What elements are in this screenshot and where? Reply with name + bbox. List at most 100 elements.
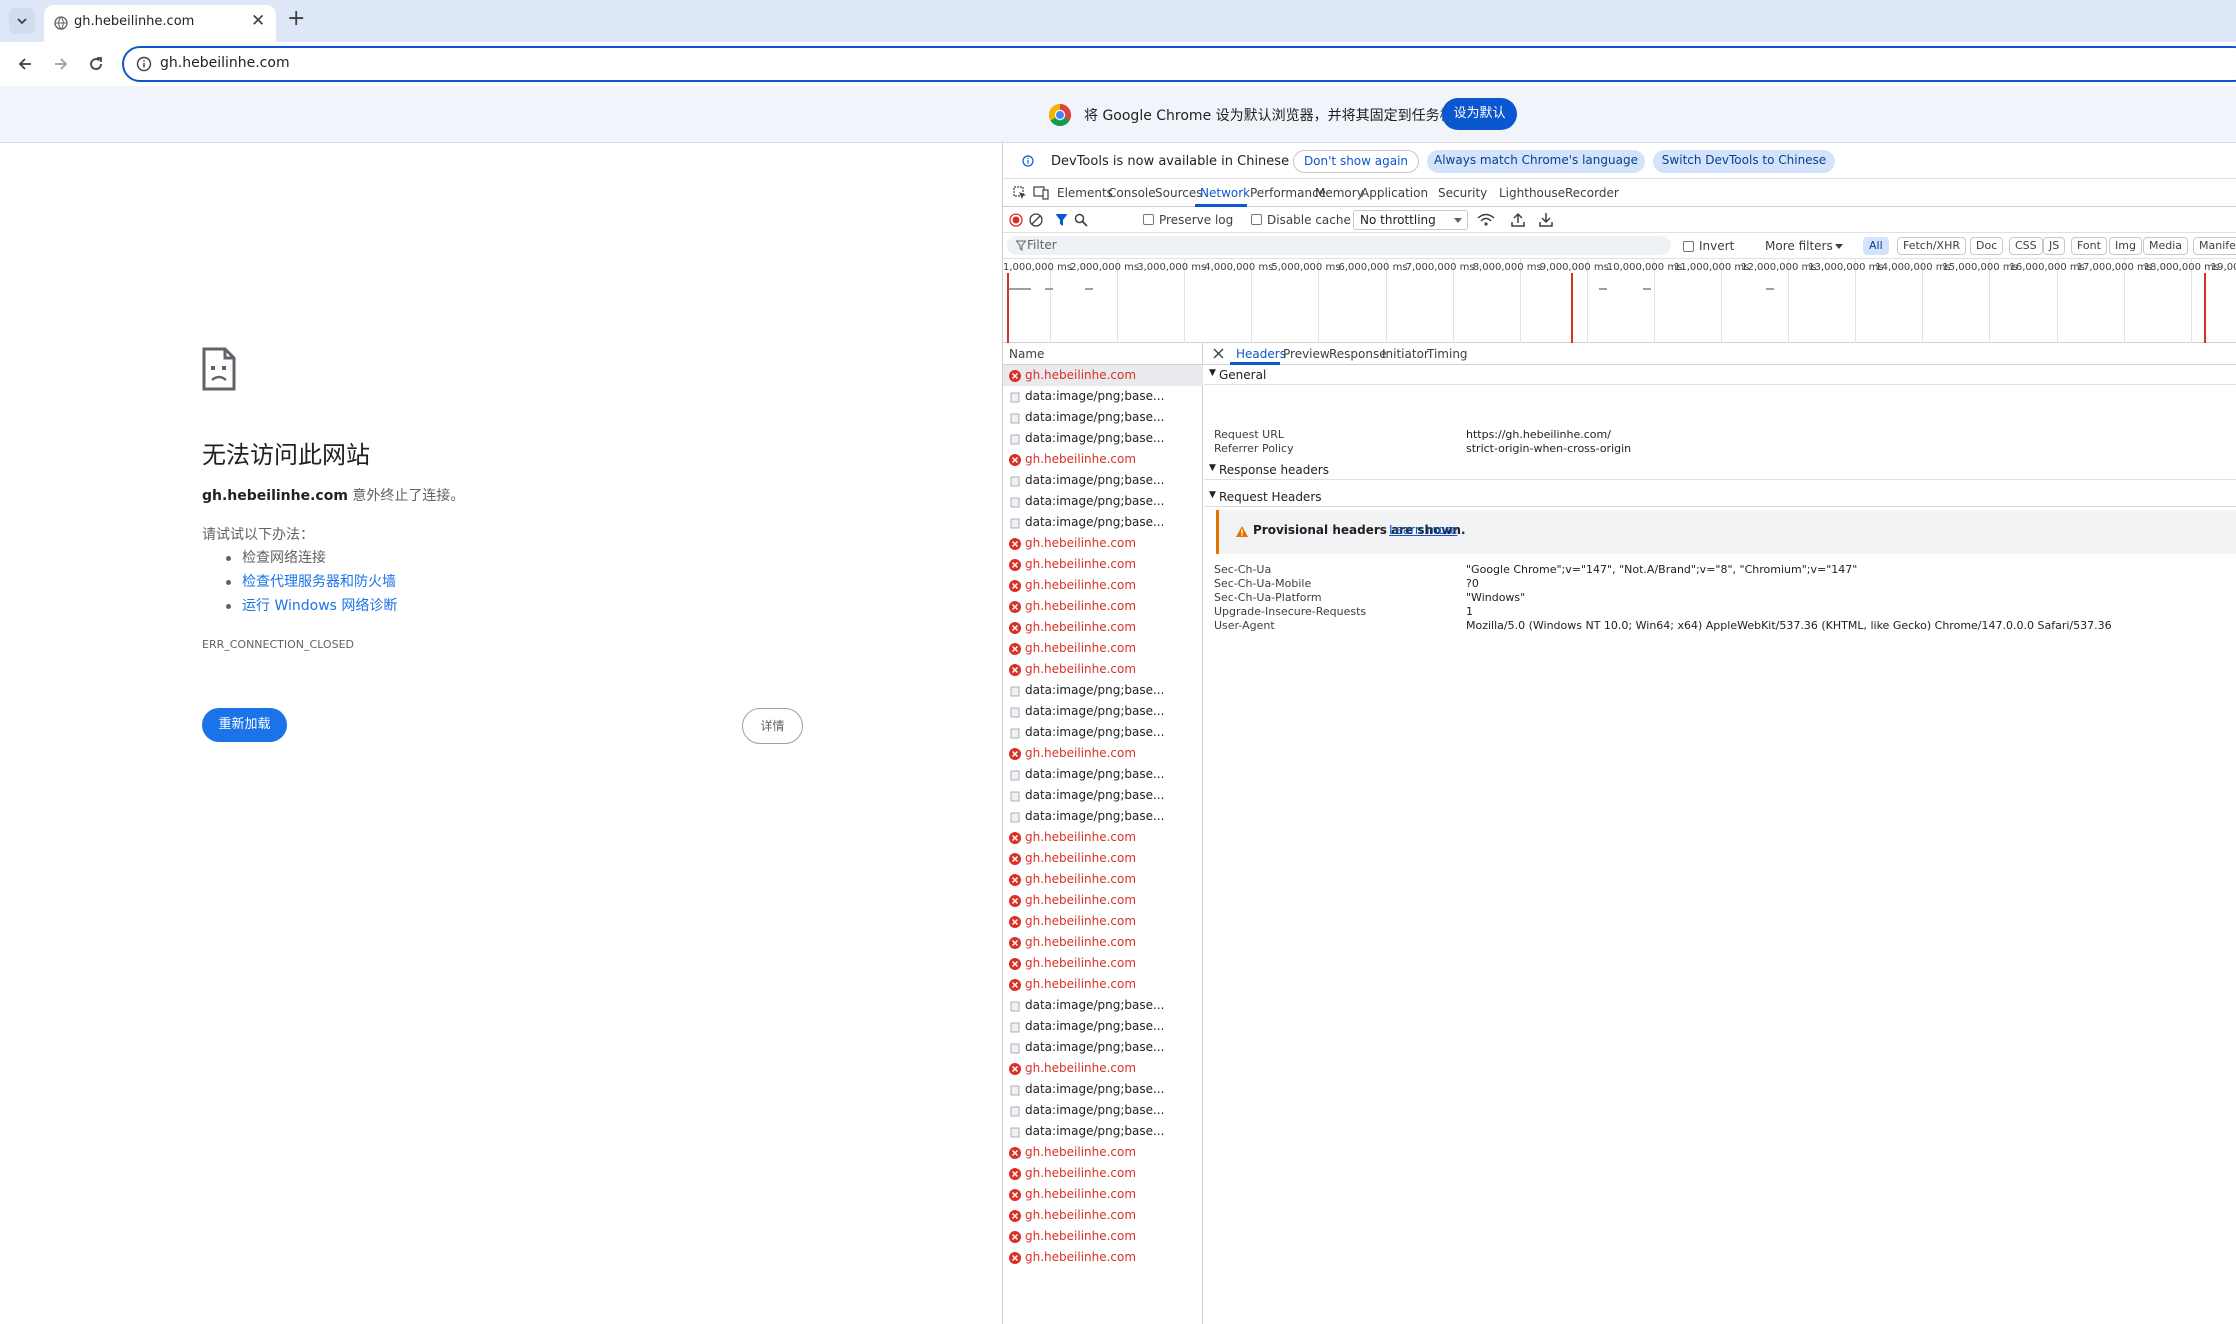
switch-to-chinese-button[interactable]: Switch DevTools to Chinese [1653, 150, 1835, 173]
type-filter-css[interactable]: CSS [2009, 237, 2043, 255]
inspect-element-icon[interactable] [1013, 186, 1027, 200]
name-column-header[interactable]: Name [1009, 347, 1044, 361]
disable-cache-checkbox[interactable] [1251, 214, 1262, 225]
detail-tab-response[interactable]: Response [1329, 347, 1387, 361]
request-row[interactable]: gh.hebeilinhe.com [1003, 533, 1203, 554]
tab-application[interactable]: Application [1361, 186, 1428, 200]
request-row[interactable]: gh.hebeilinhe.com [1003, 365, 1203, 386]
tab-close-icon[interactable]: ✕ [251, 13, 265, 30]
more-filters-button[interactable]: More filters [1765, 239, 1833, 253]
filter-icon[interactable] [1055, 213, 1068, 227]
tab-recorder[interactable]: Recorder [1565, 186, 1619, 200]
tab-elements[interactable]: Elements [1057, 186, 1113, 200]
dont-show-again-button[interactable]: Don't show again [1293, 150, 1419, 173]
response-headers-section-header[interactable]: ▼ Response headers [1204, 460, 2236, 480]
tab-lighthouse[interactable]: Lighthouse [1499, 186, 1565, 200]
request-row[interactable]: gh.hebeilinhe.com [1003, 1142, 1203, 1163]
type-filter-img[interactable]: Img [2109, 237, 2142, 255]
request-row[interactable]: gh.hebeilinhe.com [1003, 869, 1203, 890]
request-row[interactable]: data:image/png;base... [1003, 785, 1203, 806]
request-row[interactable]: gh.hebeilinhe.com [1003, 449, 1203, 470]
request-row[interactable]: gh.hebeilinhe.com [1003, 827, 1203, 848]
request-row[interactable]: gh.hebeilinhe.com [1003, 1184, 1203, 1205]
detail-tab-timing[interactable]: Timing [1427, 347, 1468, 361]
close-icon[interactable] [1213, 348, 1224, 359]
request-row[interactable]: data:image/png;base... [1003, 407, 1203, 428]
request-row[interactable]: gh.hebeilinhe.com [1003, 617, 1203, 638]
request-row[interactable]: data:image/png;base... [1003, 1037, 1203, 1058]
request-row[interactable]: gh.hebeilinhe.com [1003, 974, 1203, 995]
request-row[interactable]: gh.hebeilinhe.com [1003, 1205, 1203, 1226]
browser-tab[interactable]: gh.hebeilinhe.com ✕ [44, 5, 276, 42]
filter-input[interactable]: Filter [1007, 236, 1671, 255]
request-row[interactable]: gh.hebeilinhe.com [1003, 890, 1203, 911]
download-icon[interactable] [1539, 212, 1553, 227]
request-row[interactable]: gh.hebeilinhe.com [1003, 575, 1203, 596]
device-toolbar-icon[interactable] [1033, 186, 1049, 200]
address-bar[interactable]: gh.hebeilinhe.com [122, 46, 2236, 82]
request-row[interactable]: data:image/png;base... [1003, 764, 1203, 785]
type-filter-all[interactable]: All [1863, 237, 1889, 255]
request-row[interactable]: gh.hebeilinhe.com [1003, 1058, 1203, 1079]
tab-network[interactable]: Network [1200, 186, 1250, 200]
upload-icon[interactable] [1511, 212, 1525, 227]
info-icon[interactable] [136, 56, 152, 72]
tab-search-button[interactable] [9, 8, 35, 34]
request-row[interactable]: data:image/png;base... [1003, 701, 1203, 722]
tab-memory[interactable]: Memory [1315, 186, 1364, 200]
type-filter-manifest[interactable]: Manife [2193, 237, 2236, 255]
request-row[interactable]: data:image/png;base... [1003, 386, 1203, 407]
request-row[interactable]: gh.hebeilinhe.com [1003, 1247, 1203, 1268]
request-row[interactable]: data:image/png;base... [1003, 1100, 1203, 1121]
tab-sources[interactable]: Sources [1155, 186, 1202, 200]
request-row[interactable]: gh.hebeilinhe.com [1003, 911, 1203, 932]
detail-tab-headers[interactable]: Headers [1236, 347, 1286, 361]
back-button[interactable] [15, 54, 35, 74]
request-row[interactable]: gh.hebeilinhe.com [1003, 596, 1203, 617]
tab-console[interactable]: Console [1108, 186, 1156, 200]
suggestion-check-proxy-link[interactable]: 检查代理服务器和防火墙 [226, 570, 397, 594]
search-icon[interactable] [1074, 213, 1088, 227]
general-section-header[interactable]: ▼ General [1204, 365, 2236, 385]
clear-icon[interactable] [1029, 213, 1043, 227]
request-row[interactable]: data:image/png;base... [1003, 1016, 1203, 1037]
request-row[interactable]: gh.hebeilinhe.com [1003, 638, 1203, 659]
tab-security[interactable]: Security [1438, 186, 1487, 200]
detail-tab-initiator[interactable]: Initiator [1382, 347, 1429, 361]
suggestion-run-diagnostics-link[interactable]: 运行 Windows 网络诊断 [226, 594, 397, 618]
request-row[interactable]: gh.hebeilinhe.com [1003, 1226, 1203, 1247]
type-filter-media[interactable]: Media [2143, 237, 2189, 255]
invert-checkbox[interactable] [1683, 241, 1694, 252]
network-conditions-icon[interactable] [1477, 213, 1495, 227]
request-row[interactable]: gh.hebeilinhe.com [1003, 1163, 1203, 1184]
request-row[interactable]: gh.hebeilinhe.com [1003, 953, 1203, 974]
request-row[interactable]: data:image/png;base... [1003, 512, 1203, 533]
new-tab-button[interactable]: + [287, 8, 305, 30]
request-row[interactable]: data:image/png;base... [1003, 995, 1203, 1016]
request-row[interactable]: gh.hebeilinhe.com [1003, 554, 1203, 575]
network-overview-timeline[interactable]: 1,000,000 ms 2,000,000 ms 3,000,000 ms 4,00… [1003, 259, 2236, 343]
request-headers-section-header[interactable]: ▼ Request Headers [1204, 487, 2236, 507]
detail-tab-preview[interactable]: Preview [1283, 347, 1330, 361]
request-row[interactable]: data:image/png;base... [1003, 806, 1203, 827]
details-button[interactable]: 详情 [742, 708, 803, 744]
url-text[interactable]: gh.hebeilinhe.com [160, 55, 290, 71]
request-row[interactable]: gh.hebeilinhe.com [1003, 848, 1203, 869]
always-match-language-button[interactable]: Always match Chrome's language [1427, 150, 1645, 173]
request-row[interactable]: data:image/png;base... [1003, 470, 1203, 491]
type-filter-js[interactable]: JS [2043, 237, 2066, 255]
type-filter-font[interactable]: Font [2071, 237, 2107, 255]
request-row[interactable]: data:image/png;base... [1003, 1079, 1203, 1100]
set-default-button[interactable]: 设为默认 [1442, 98, 1517, 130]
request-row[interactable]: data:image/png;base... [1003, 1121, 1203, 1142]
request-row[interactable]: data:image/png;base... [1003, 680, 1203, 701]
type-filter-fetch-xhr[interactable]: Fetch/XHR [1897, 237, 1966, 255]
request-row[interactable]: gh.hebeilinhe.com [1003, 743, 1203, 764]
request-row[interactable]: data:image/png;base... [1003, 428, 1203, 449]
forward-button[interactable] [51, 54, 71, 74]
reload-button[interactable] [86, 54, 106, 74]
request-row[interactable]: gh.hebeilinhe.com [1003, 659, 1203, 680]
request-row[interactable]: data:image/png;base... [1003, 491, 1203, 512]
request-row[interactable]: gh.hebeilinhe.com [1003, 932, 1203, 953]
throttling-select[interactable]: No throttling [1353, 210, 1468, 230]
